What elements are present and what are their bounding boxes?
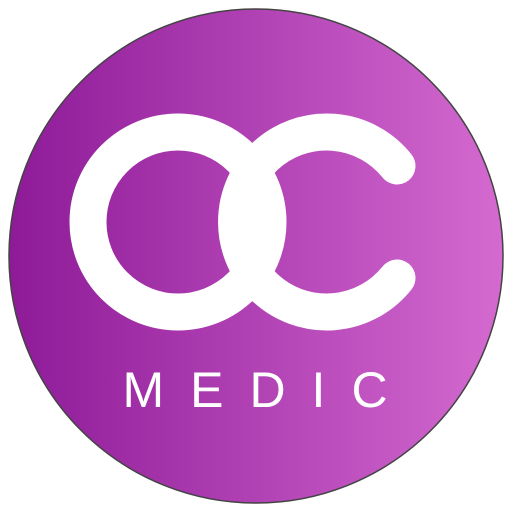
- app-icon: MEDIC: [0, 0, 512, 512]
- wordmark-medic: MEDIC: [122, 362, 413, 418]
- oc-medic-logo: MEDIC: [8, 8, 504, 504]
